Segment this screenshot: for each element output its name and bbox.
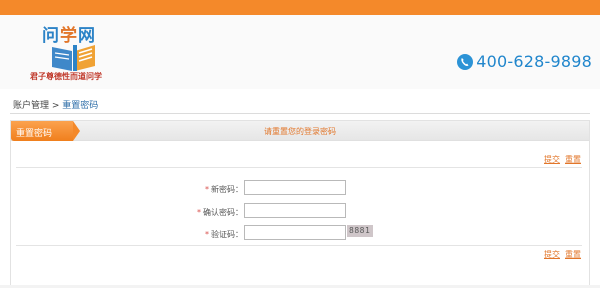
submit-link-bottom[interactable]: 提交 <box>544 250 560 259</box>
required-mark: * <box>205 185 209 194</box>
panel-hint: 请重置您的登录密码 <box>264 127 336 136</box>
breadcrumb-separator: > <box>49 101 63 111</box>
breadcrumb: 账户管理 > 重置密码 <box>10 92 590 114</box>
captcha-label: * 验证码： <box>205 229 243 240</box>
phone-number: 400-628-9898 <box>476 52 592 71</box>
divider <box>16 245 582 246</box>
required-mark: * <box>205 230 209 239</box>
captcha-label-text: 验证码： <box>211 230 243 239</box>
new-password-row: * 新密码： <box>11 180 589 196</box>
new-password-label-text: 新密码： <box>211 185 243 194</box>
header: 问学网 君子尊德性而道问学 400-628-9898 <box>0 15 600 89</box>
book-icon <box>52 45 95 71</box>
new-password-input[interactable] <box>244 180 346 195</box>
tab-reset-password[interactable]: 重置密码 <box>11 121 73 141</box>
confirm-password-input[interactable] <box>244 203 346 218</box>
captcha-row: * 验证码： 8881 <box>11 225 589 241</box>
confirm-password-label: * 确认密码： <box>197 207 243 218</box>
divider <box>16 167 582 168</box>
breadcrumb-current: 重置密码 <box>62 101 99 111</box>
phone-icon <box>457 53 474 70</box>
reset-password-panel: 请重置您的登录密码 重置密码 提交 重置 * 新密码： * 确认密码： * 验证码： 8… <box>10 120 590 288</box>
required-mark: * <box>197 208 201 217</box>
top-bar <box>0 0 600 15</box>
captcha-input[interactable] <box>244 225 346 240</box>
confirm-password-row: * 确认密码： <box>11 203 589 219</box>
top-actions: 提交 重置 <box>539 154 581 165</box>
new-password-label: * 新密码： <box>205 184 243 195</box>
breadcrumb-root[interactable]: 账户管理 <box>13 101 49 111</box>
site-logo[interactable]: 问学网 君子尊德性而道问学 <box>30 21 130 85</box>
logo-slogan: 君子尊德性而道问学 <box>30 72 102 81</box>
reset-link-top[interactable]: 重置 <box>565 155 581 164</box>
confirm-password-label-text: 确认密码： <box>203 208 243 217</box>
submit-link-top[interactable]: 提交 <box>544 155 560 164</box>
bottom-actions: 提交 重置 <box>539 249 581 260</box>
captcha-image[interactable]: 8881 <box>347 225 373 237</box>
panel-header: 请重置您的登录密码 重置密码 <box>11 121 589 141</box>
tab-arrow <box>73 121 80 141</box>
hotline: 400-628-9898 <box>457 52 592 71</box>
reset-link-bottom[interactable]: 重置 <box>565 250 581 259</box>
